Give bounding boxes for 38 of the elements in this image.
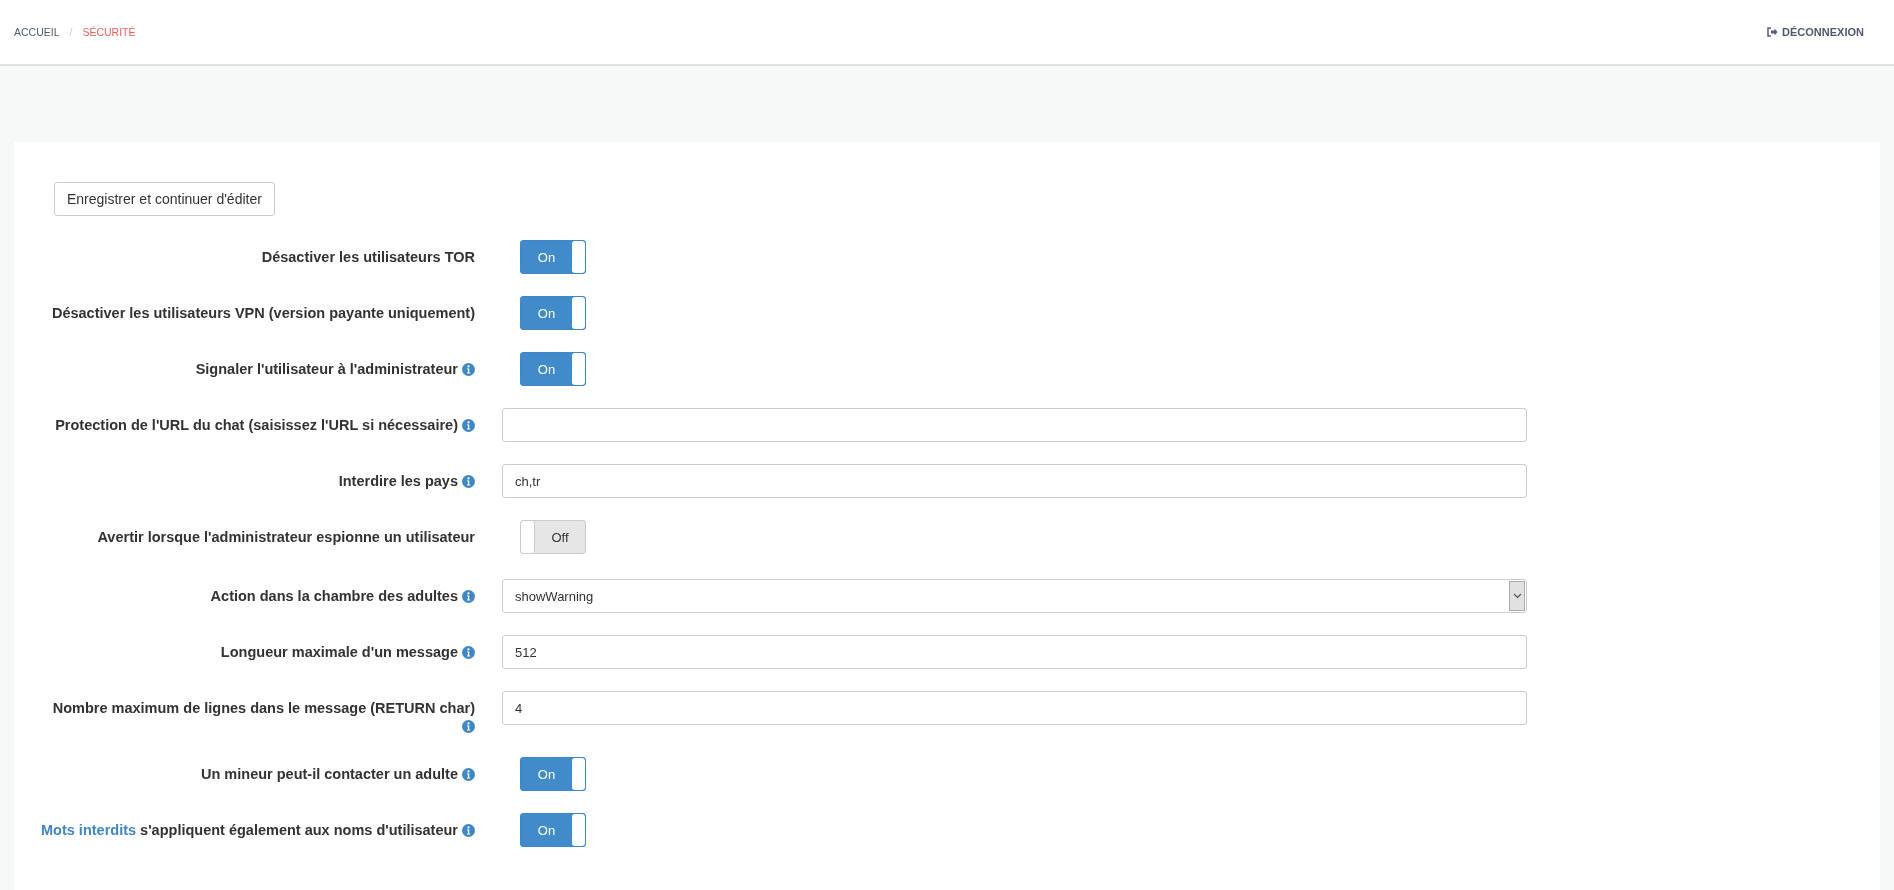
- info-icon[interactable]: [462, 363, 475, 376]
- select-dropdown[interactable]: showWarning: [502, 579, 1527, 613]
- banned-words-link[interactable]: Mots interdits: [41, 822, 137, 838]
- field-label: Désactiver les utilisateurs VPN (version payante uniquement): [51, 305, 475, 321]
- breadcrumb-link[interactable]: ACCUEIL: [14, 26, 60, 38]
- info-icon[interactable]: [462, 646, 475, 659]
- field-label: Avertir lorsque l'administrateur espionne un utilisateur: [97, 529, 475, 545]
- field-label: Protection de l'URL du chat (saisissez l'URL si nécessaire): [55, 417, 475, 433]
- field-label: Action dans la chambre des adultes: [210, 588, 475, 604]
- logout-link[interactable]: DÉCONNEXION: [1767, 26, 1864, 38]
- text-input[interactable]: 4: [502, 691, 1527, 725]
- toggle-switch[interactable]: Off: [520, 520, 586, 554]
- toggle-switch[interactable]: On: [520, 352, 586, 386]
- save-button[interactable]: Enregistrer et continuer d'éditer: [54, 182, 275, 216]
- sign-out-icon: [1767, 27, 1779, 37]
- info-icon[interactable]: [462, 475, 475, 488]
- field-label: Nombre maximum de lignes dans le message (RETURN char): [52, 700, 475, 734]
- info-icon[interactable]: [462, 590, 475, 603]
- text-input[interactable]: [502, 408, 1527, 442]
- toggle-switch[interactable]: On: [520, 296, 586, 330]
- toggle-switch[interactable]: On: [520, 757, 586, 791]
- field-label: Longueur maximale d'un message: [220, 644, 475, 660]
- toggle-switch[interactable]: On: [520, 240, 586, 274]
- field-label: Un mineur peut-il contacter un adulte: [201, 766, 475, 782]
- field-label: Signaler l'utilisateur à l'administrateur: [195, 361, 475, 377]
- text-input[interactable]: ch,tr: [502, 464, 1527, 498]
- field-label: Interdire les pays: [338, 473, 475, 489]
- toggle-switch[interactable]: On: [520, 813, 586, 847]
- info-icon[interactable]: [462, 768, 475, 781]
- breadcrumb-separator: /: [69, 26, 73, 38]
- chevron-down-icon: [1512, 593, 1522, 599]
- info-icon[interactable]: [462, 419, 475, 432]
- text-input[interactable]: 512: [502, 635, 1527, 669]
- info-icon[interactable]: [462, 824, 475, 837]
- info-icon[interactable]: [462, 720, 475, 733]
- field-label: Mots interdits s'appliquent également aux noms d'utilisateur: [41, 822, 475, 838]
- breadcrumb-link[interactable]: SÉCURITÉ: [82, 26, 136, 38]
- field-label: Désactiver les utilisateurs TOR: [261, 249, 475, 265]
